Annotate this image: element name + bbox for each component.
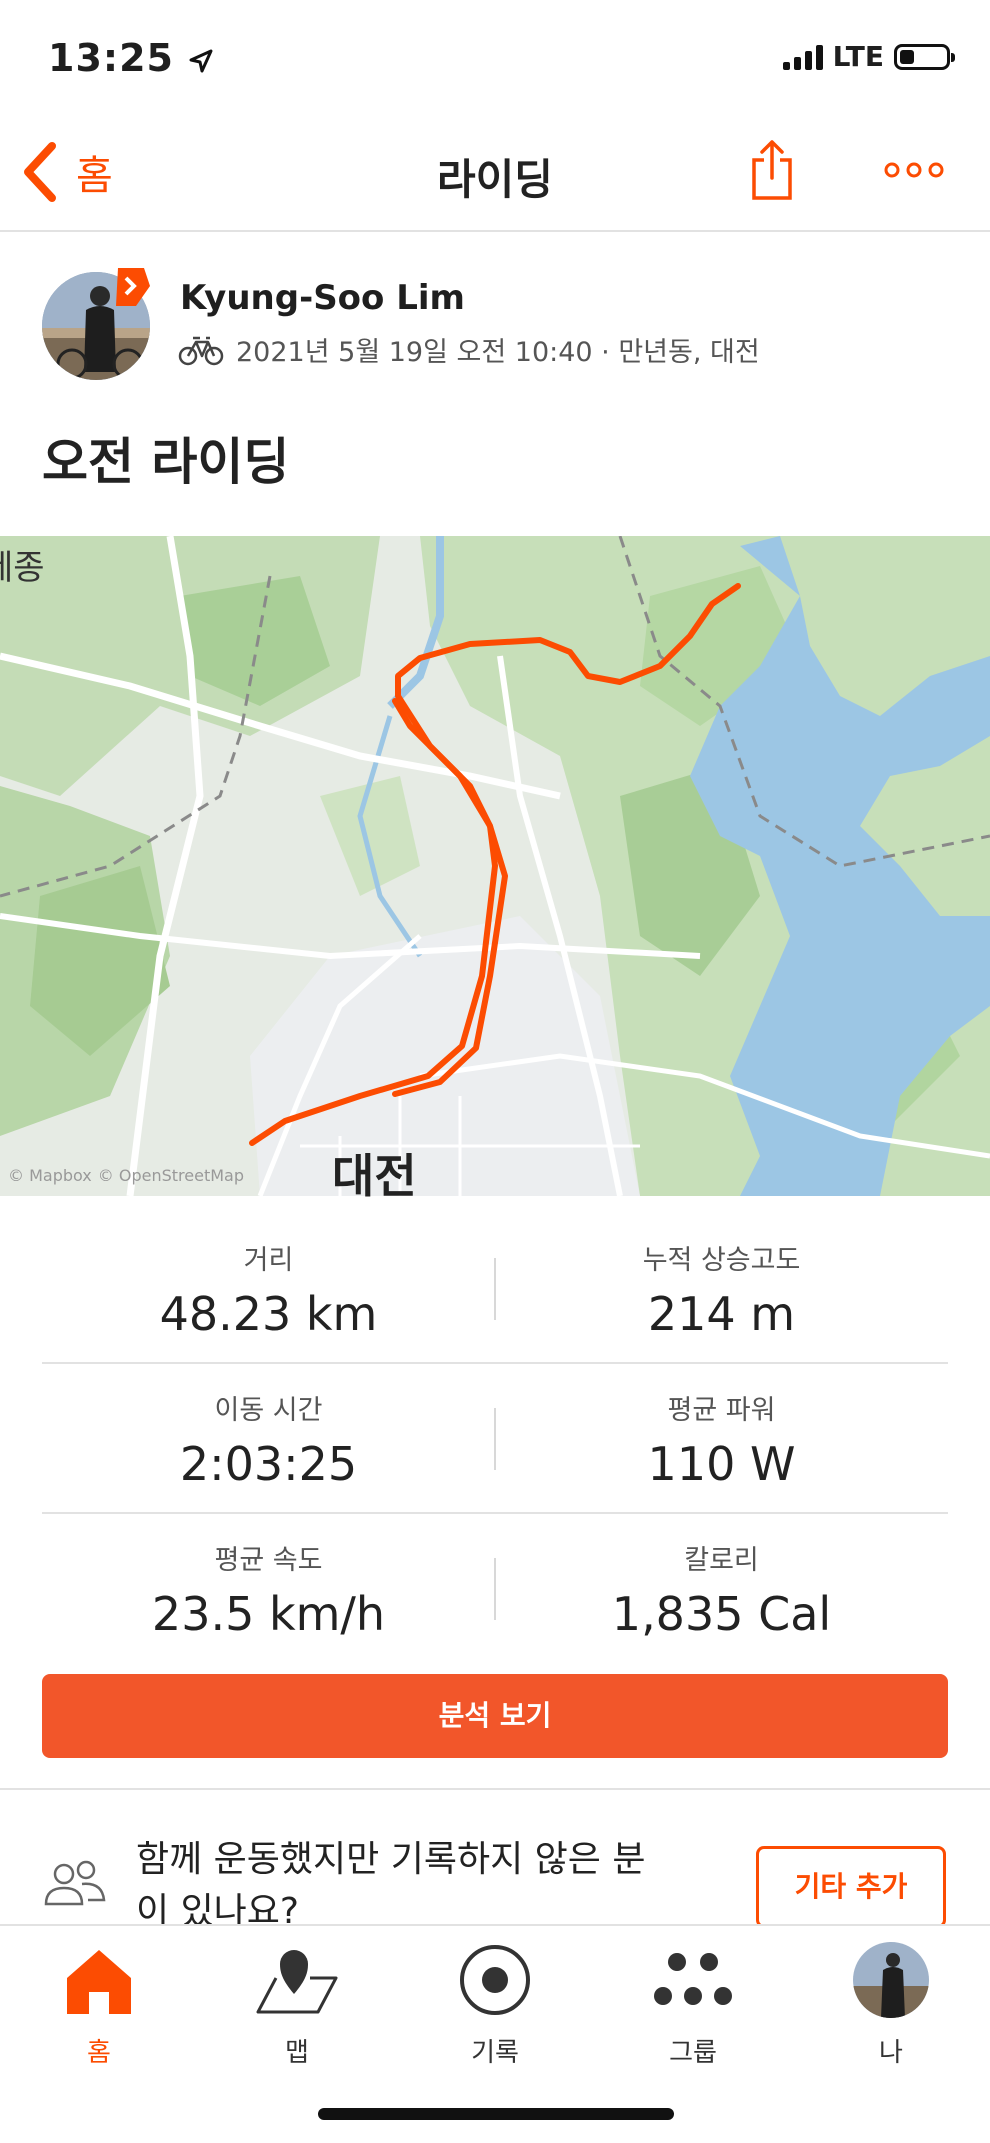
status-time: 13:25 [48, 36, 214, 80]
stat-elevation-gain: 누적 상승고도 214 m [495, 1238, 948, 1341]
tab-record[interactable]: 기록 [396, 1936, 594, 2069]
stat-moving-time: 이동 시간 2:03:25 [42, 1388, 495, 1491]
status-time-text: 13:25 [48, 36, 174, 80]
stats-row: 이동 시간 2:03:25 평균 파워 110 W [42, 1364, 948, 1514]
groups-icon [594, 1936, 792, 2024]
home-indicator[interactable] [318, 2108, 674, 2120]
more-icon [884, 162, 944, 178]
map-label-sejong: 세종 [0, 548, 45, 588]
section-divider [0, 1788, 990, 1790]
map-label-daejeon: 대전 [332, 1149, 417, 1203]
add-others-button[interactable]: 기타 추가 [756, 1846, 946, 1928]
stat-label: 평균 파워 [667, 1395, 776, 1426]
network-type: LTE [832, 40, 884, 73]
stat-value: 1,835 Cal [611, 1587, 832, 1641]
stats-grid: 거리 48.23 km 누적 상승고도 214 m 이동 시간 2:03:25 … [42, 1214, 948, 1664]
stat-value: 23.5 km/h [151, 1587, 386, 1641]
tab-groups[interactable]: 그룹 [594, 1936, 792, 2069]
bike-icon [178, 336, 224, 365]
map-attribution[interactable]: © Mapbox © OpenStreetMap [8, 1166, 244, 1185]
tab-profile[interactable]: 나 [792, 1936, 990, 2069]
tab-map[interactable]: 맵 [198, 1936, 396, 2069]
record-icon [396, 1936, 594, 2024]
map-icon [198, 1936, 396, 2024]
tab-label: 홈 [87, 2038, 111, 2068]
profile-avatar [792, 1936, 990, 2024]
page-title: 라이딩 [437, 155, 553, 204]
share-button[interactable] [748, 138, 796, 206]
athlete-name[interactable]: Kyung-Soo Lim [180, 278, 465, 318]
more-button[interactable] [884, 160, 944, 184]
signal-icon [782, 44, 823, 70]
activity-title: 오전 라이딩 [42, 433, 290, 491]
status-indicators: LTE [782, 40, 955, 73]
battery-icon [894, 43, 955, 70]
stat-distance: 거리 48.23 km [42, 1238, 495, 1341]
activity-date-location: 2021년 5월 19일 오전 10:40 · 만년동, 대전 [236, 337, 760, 368]
stat-label: 평균 속도 [214, 1545, 323, 1576]
stat-avg-speed: 평균 속도 23.5 km/h [42, 1538, 495, 1641]
stat-avg-power: 평균 파워 110 W [495, 1388, 948, 1491]
tab-label: 기록 [471, 2038, 519, 2068]
nav-bar: 홈 라이딩 [0, 120, 990, 232]
unrecorded-partner-prompt: 함께 운동했지만 기록하지 않은 분이 있나요? [136, 1839, 646, 1932]
stat-label: 거리 [243, 1245, 294, 1276]
stat-value: 214 m [647, 1287, 796, 1341]
stats-row: 거리 48.23 km 누적 상승고도 214 m [42, 1214, 948, 1364]
view-analysis-button[interactable]: 분석 보기 [42, 1674, 948, 1758]
stat-value: 110 W [647, 1437, 796, 1491]
tab-label: 맵 [285, 2038, 309, 2068]
map-canvas [0, 536, 990, 1196]
stat-value: 48.23 km [159, 1287, 378, 1341]
route-map[interactable] [0, 536, 990, 1196]
location-arrow-icon [189, 49, 213, 72]
share-icon [752, 140, 792, 200]
home-icon [0, 1936, 198, 2024]
tab-label: 나 [879, 2038, 903, 2068]
stat-label: 이동 시간 [214, 1395, 323, 1426]
stat-value: 2:03:25 [179, 1437, 358, 1491]
activity-meta: 2021년 5월 19일 오전 10:40 · 만년동, 대전 [178, 330, 760, 369]
people-icon [42, 1860, 108, 1914]
mapbox-attribution: © Mapbox [8, 1166, 92, 1185]
stats-row: 평균 속도 23.5 km/h 칼로리 1,835 Cal [42, 1514, 948, 1664]
stat-label: 칼로리 [684, 1545, 759, 1576]
osm-attribution: © OpenStreetMap [97, 1166, 244, 1185]
stat-calories: 칼로리 1,835 Cal [495, 1538, 948, 1641]
tab-home[interactable]: 홈 [0, 1936, 198, 2069]
subscriber-badge-icon [114, 266, 152, 312]
stat-label: 누적 상승고도 [642, 1245, 801, 1276]
tab-label: 그룹 [669, 2038, 717, 2068]
